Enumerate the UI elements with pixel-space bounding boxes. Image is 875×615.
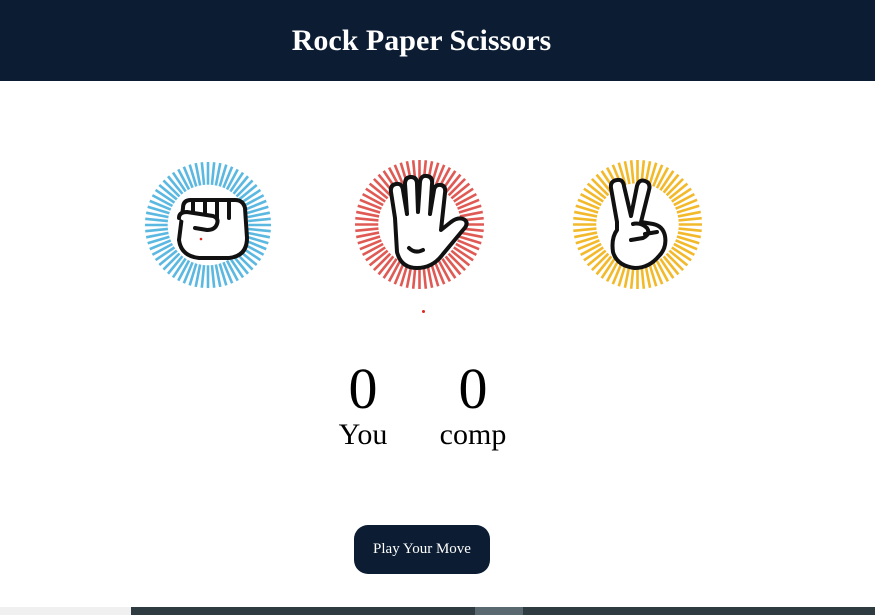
sunburst-ray bbox=[214, 264, 222, 288]
sunburst-ray bbox=[355, 231, 380, 239]
scissors-choice[interactable] bbox=[571, 158, 704, 291]
sunburst-ray bbox=[145, 227, 169, 233]
sunburst-ray bbox=[247, 231, 271, 239]
sunburst-ray bbox=[678, 227, 702, 233]
sunburst-ray bbox=[573, 210, 598, 218]
sunburst-ray bbox=[145, 217, 169, 223]
sunburst-ray bbox=[459, 231, 484, 239]
sunburst-ray bbox=[247, 211, 271, 219]
sunburst-ray bbox=[145, 231, 169, 239]
sunburst-ray bbox=[145, 211, 169, 219]
sunburst-ray bbox=[247, 217, 271, 223]
score-comp-value: 0 bbox=[458, 356, 488, 421]
app-header: Rock Paper Scissors bbox=[0, 0, 875, 81]
paper-choice[interactable] bbox=[353, 158, 486, 291]
sunburst-ray bbox=[677, 210, 702, 218]
sunburst-ray bbox=[210, 264, 216, 288]
sunburst-ray bbox=[355, 210, 380, 218]
sunburst-ray bbox=[194, 264, 202, 288]
sunburst-ray bbox=[629, 160, 635, 184]
sunburst-ray bbox=[573, 216, 597, 222]
rock-fist-icon bbox=[144, 161, 272, 289]
play-your-move-button[interactable]: Play Your Move bbox=[354, 525, 490, 574]
sunburst-ray bbox=[426, 264, 434, 289]
horizontal-scrollbar[interactable] bbox=[0, 607, 875, 615]
sunburst-ray bbox=[355, 227, 379, 233]
sunburst-ray bbox=[573, 231, 598, 239]
score-comp: 0 comp bbox=[428, 360, 518, 452]
rock-choice[interactable] bbox=[143, 160, 273, 290]
score-you: 0 You bbox=[326, 360, 400, 452]
sunburst-ray bbox=[677, 231, 702, 239]
sunburst-ray bbox=[194, 162, 202, 186]
score-you-value: 0 bbox=[348, 356, 378, 421]
status-dot bbox=[422, 310, 425, 313]
sunburst-ray bbox=[573, 227, 597, 233]
score-you-label: You bbox=[338, 418, 388, 451]
page-title: Rock Paper Scissors bbox=[291, 23, 552, 57]
sunburst-ray bbox=[459, 210, 484, 218]
scissors-peace-hand-icon bbox=[572, 159, 703, 290]
sunburst-ray bbox=[214, 162, 222, 186]
scrollbar-thumb-highlight bbox=[475, 607, 523, 615]
sunburst-ray bbox=[644, 264, 652, 289]
sunburst-ray bbox=[678, 216, 702, 222]
sunburst-ray bbox=[200, 264, 206, 288]
sunburst-ray bbox=[200, 162, 206, 186]
sunburst-ray bbox=[247, 227, 271, 233]
sunburst-ray bbox=[623, 160, 631, 185]
paper-open-hand-icon bbox=[354, 159, 485, 290]
score-comp-label: comp bbox=[439, 418, 507, 451]
sunburst-ray bbox=[355, 216, 379, 222]
sunburst-ray bbox=[210, 162, 216, 186]
